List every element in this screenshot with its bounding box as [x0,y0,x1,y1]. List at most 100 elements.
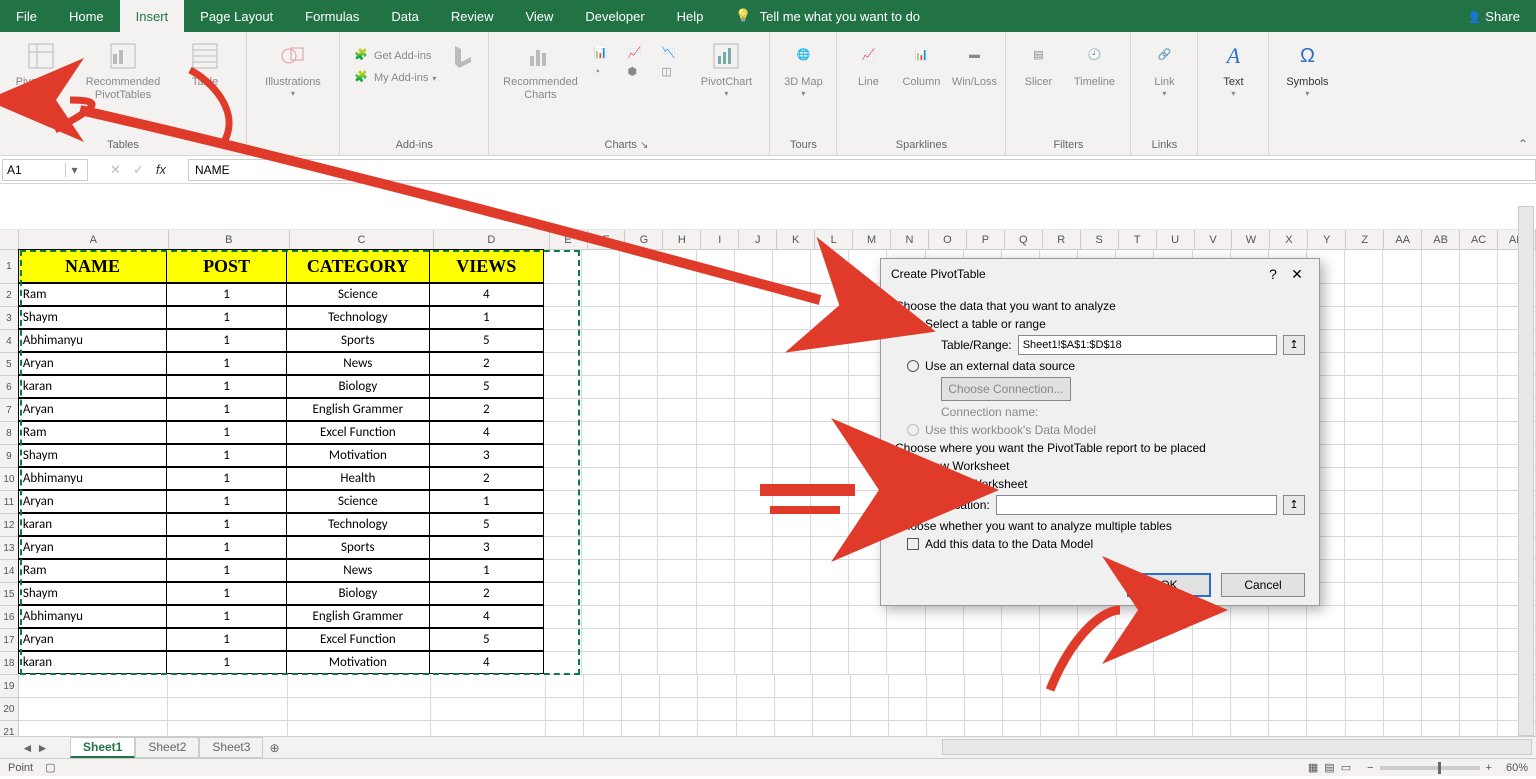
col-header[interactable]: S [1081,230,1119,250]
cell[interactable] [1460,422,1498,445]
tab-developer[interactable]: Developer [569,0,660,32]
cell[interactable] [658,376,696,399]
cell[interactable] [773,307,811,330]
cell[interactable] [735,399,773,422]
table-cell[interactable]: karan [18,375,167,398]
table-cell[interactable]: Abhimanyu [18,467,167,490]
cell[interactable] [1460,307,1498,330]
table-cell[interactable]: 5 [429,375,544,398]
illustrations-button[interactable]: Illustrations ▾ [255,36,331,103]
table-cell[interactable]: Sports [286,536,430,559]
cell[interactable] [1383,491,1421,514]
table-cell[interactable]: 1 [166,536,287,559]
cell[interactable] [1422,330,1460,353]
cell[interactable] [1422,376,1460,399]
row-header[interactable]: 4 [0,330,19,353]
cell[interactable] [889,698,927,721]
cell[interactable] [1269,629,1307,652]
cell[interactable] [887,629,925,652]
table-cell[interactable]: Technology [286,306,430,329]
close-button[interactable]: ✕ [1285,266,1309,283]
cell[interactable] [1460,468,1498,491]
cell[interactable] [1460,353,1498,376]
chart-type-1[interactable]: 📊 [587,44,619,61]
cell[interactable] [1422,606,1460,629]
col-header[interactable]: R [1043,230,1081,250]
table-cell[interactable]: 1 [166,651,287,674]
table-cell[interactable]: Ram [18,283,167,306]
cell[interactable] [658,284,696,307]
cell[interactable] [1460,583,1498,606]
sheet-tab-sheet1[interactable]: Sheet1 [70,737,135,758]
tab-view[interactable]: View [509,0,569,32]
recommended-charts-button[interactable]: Recommended Charts [497,36,583,106]
cell[interactable] [811,399,849,422]
col-header[interactable]: AC [1460,230,1498,250]
zoom-in-button[interactable]: + [1486,762,1492,774]
cell[interactable] [697,376,735,399]
cell[interactable] [1460,652,1498,675]
cell[interactable] [1154,606,1192,629]
cell[interactable] [658,629,696,652]
cell[interactable] [544,606,582,629]
tab-help[interactable]: Help [661,0,720,32]
cell[interactable] [620,560,658,583]
cell[interactable] [620,606,658,629]
cell[interactable] [288,675,431,698]
cell[interactable] [1383,399,1421,422]
cell[interactable] [1345,422,1383,445]
table-cell[interactable]: Aryan [18,352,167,375]
cell[interactable] [697,560,735,583]
table-cell[interactable]: English Grammer [286,605,430,628]
cell[interactable] [1040,629,1078,652]
cell[interactable] [584,698,622,721]
radio-existing-worksheet[interactable] [907,478,919,490]
col-header[interactable]: Z [1346,230,1384,250]
slicer-button[interactable]: ▤ Slicer [1014,36,1062,93]
cell[interactable] [1422,284,1460,307]
col-header[interactable]: G [625,230,663,250]
col-header[interactable]: H [663,230,701,250]
table-cell[interactable]: 2 [429,582,544,605]
cell[interactable] [544,422,582,445]
cell[interactable] [1383,560,1421,583]
cell[interactable] [773,514,811,537]
cell[interactable] [1002,606,1040,629]
cell[interactable] [1422,491,1460,514]
cell[interactable] [1422,445,1460,468]
col-header[interactable]: N [891,230,929,250]
cell[interactable] [658,514,696,537]
cell[interactable] [1193,652,1231,675]
col-header[interactable]: T [1119,230,1157,250]
cell[interactable] [1193,629,1231,652]
cell[interactable] [1307,675,1345,698]
cell[interactable] [773,606,811,629]
cell[interactable] [1116,652,1154,675]
cell[interactable] [658,399,696,422]
col-header[interactable]: D [434,230,550,250]
cell[interactable] [1460,537,1498,560]
col-header[interactable]: K [777,230,815,250]
tab-home[interactable]: Home [53,0,120,32]
cell[interactable] [1345,376,1383,399]
table-cell[interactable]: 3 [429,536,544,559]
cell[interactable] [773,284,811,307]
sheet-nav[interactable]: ◄ ► [0,741,70,755]
cell[interactable] [1345,606,1383,629]
col-header[interactable]: I [701,230,739,250]
row-header[interactable]: 6 [0,376,19,399]
tab-page-layout[interactable]: Page Layout [184,0,289,32]
zoom-out-button[interactable]: − [1367,762,1373,774]
table-cell[interactable]: Aryan [18,490,167,513]
table-cell[interactable]: Biology [286,582,430,605]
cell[interactable] [1422,537,1460,560]
3d-map-button[interactable]: 🌐 3D Map ▾ [778,36,828,103]
col-header[interactable]: O [929,230,967,250]
cell[interactable] [887,652,925,675]
table-cell[interactable]: Shaym [18,306,167,329]
table-cell[interactable]: Abhimanyu [18,329,167,352]
cell[interactable] [697,629,735,652]
cell[interactable] [1269,675,1307,698]
cell[interactable] [849,652,887,675]
chart-type-6[interactable]: ◫ [655,63,687,80]
